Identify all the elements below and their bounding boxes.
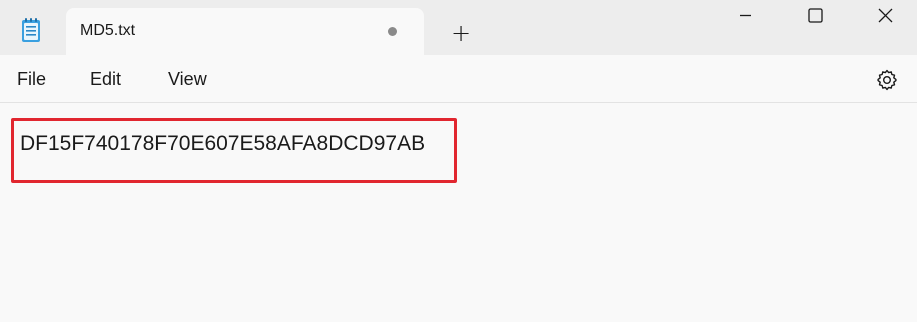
maximize-button[interactable] — [792, 0, 838, 32]
minimize-icon — [740, 14, 751, 17]
menu-edit[interactable]: Edit — [90, 69, 121, 90]
md5-hash-text: DF15F740178F70E607E58AFA8DCD97AB — [20, 132, 426, 155]
new-tab-button[interactable]: + — [449, 21, 473, 45]
minimize-button[interactable] — [722, 0, 768, 32]
gear-icon — [877, 69, 897, 91]
notepad-window: MD5.txt + File Edit View DF15F740178F70E… — [0, 0, 917, 322]
notepad-icon — [20, 17, 42, 43]
tab-title: MD5.txt — [80, 22, 136, 39]
maximize-icon — [808, 8, 823, 23]
unsaved-dot-icon[interactable] — [388, 27, 397, 36]
menu-file[interactable]: File — [17, 69, 46, 90]
text-editor[interactable]: DF15F740178F70E607E58AFA8DCD97AB — [0, 104, 917, 322]
settings-button[interactable] — [875, 68, 899, 92]
menu-bar: File Edit View — [0, 55, 917, 103]
menu-view[interactable]: View — [168, 69, 207, 90]
tab-md5-txt[interactable]: MD5.txt — [66, 8, 424, 55]
title-bar: MD5.txt + — [0, 0, 917, 55]
close-button[interactable] — [862, 0, 908, 32]
close-icon — [878, 8, 893, 23]
